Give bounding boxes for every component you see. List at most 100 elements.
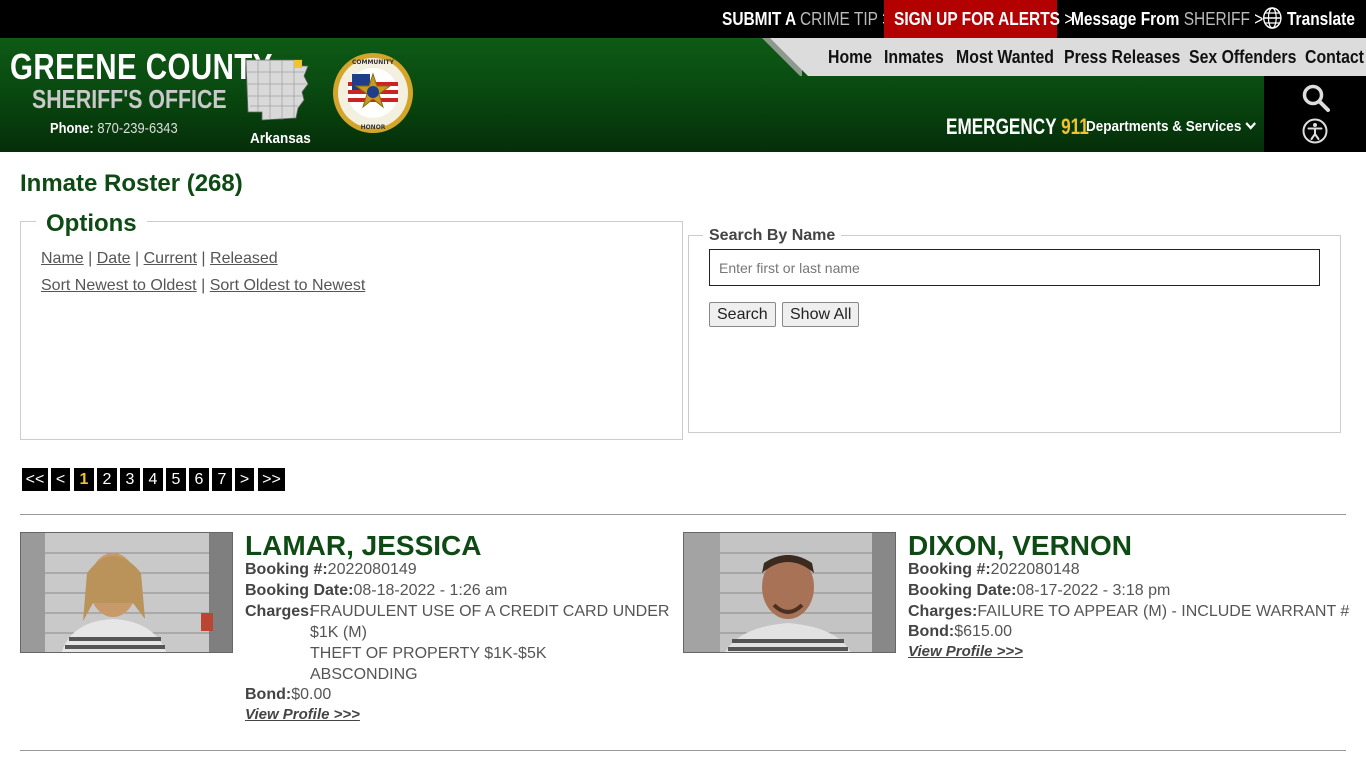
top-utility-bar: SUBMIT A CRIME TIP > SIGN UP FOR ALERTS … [0, 0, 1366, 38]
page-first[interactable]: << [22, 468, 48, 491]
nav-contact[interactable]: Contact [1305, 38, 1364, 76]
nav-sex-offenders[interactable]: Sex Offenders [1189, 38, 1296, 76]
page-6[interactable]: 6 [189, 468, 209, 491]
sort-by-name-link[interactable]: Name [41, 250, 84, 267]
bond: Bond:$0.00 [245, 684, 331, 705]
sort-field-links: Name | Date | Current | Released [41, 250, 278, 268]
booking-value: 2022080149 [327, 561, 417, 578]
filter-released-link[interactable]: Released [210, 250, 278, 267]
message-text-accent: SHERIFF [1183, 9, 1250, 29]
booking-date: Booking Date:08-17-2022 - 3:18 pm [908, 580, 1170, 601]
logo-office-name: SHERIFF'S OFFICE [32, 84, 227, 114]
search-button[interactable]: Search [709, 302, 776, 327]
inmate-name: DIXON, VERNON [908, 530, 1133, 561]
sign-up-alerts-link[interactable]: SIGN UP FOR ALERTS > [894, 0, 1073, 38]
bond: Bond:$615.00 [908, 621, 1012, 642]
sheriff-badge-icon: COMMUNITY HONOR [333, 53, 413, 133]
charges-list: FRAUDULENT USE OF A CREDIT CARD UNDER $1… [310, 601, 680, 685]
nav-press-releases[interactable]: Press Releases [1064, 38, 1180, 76]
mugshot-placeholder-icon [684, 533, 895, 652]
charge-item: FAILURE TO APPEAR (M) - INCLUDE WARRANT … [977, 603, 1350, 620]
page-1[interactable]: 1 [74, 468, 94, 491]
booking-date: Booking Date:08-18-2022 - 1:26 am [245, 580, 507, 601]
separator: | [88, 250, 93, 267]
charges-label: Charges: [908, 603, 978, 620]
departments-label: Departments & Services [1086, 118, 1242, 135]
booking-label: Booking #: [245, 561, 328, 578]
translate-link[interactable]: Translate [1262, 0, 1355, 38]
divider [20, 750, 1346, 751]
booking-date-value: 08-17-2022 - 3:18 pm [1016, 582, 1171, 599]
submit-crime-tip-link[interactable]: SUBMIT A CRIME TIP > [722, 0, 891, 38]
page-next[interactable]: > [235, 468, 254, 491]
search-name-input[interactable] [709, 249, 1320, 286]
separator: | [201, 250, 206, 267]
view-profile-link[interactable]: View Profile >>> [245, 706, 360, 723]
page-3[interactable]: 3 [120, 468, 140, 491]
emergency-911: 911 [1061, 114, 1089, 139]
mugshot-placeholder-icon [21, 533, 232, 652]
message-from-sheriff-link[interactable]: Message From SHERIFF > [1071, 0, 1263, 38]
page-2[interactable]: 2 [97, 468, 117, 491]
page-5[interactable]: 5 [166, 468, 186, 491]
page-last[interactable]: >> [258, 468, 285, 491]
charge-item: ABSCONDING [310, 666, 418, 683]
inmate-photo[interactable] [20, 532, 233, 653]
chevron-down-icon [1245, 122, 1256, 130]
page-title: Inmate Roster (268) [20, 170, 243, 197]
filter-current-link[interactable]: Current [144, 250, 197, 267]
options-legend: Options [36, 210, 147, 238]
nav-home[interactable]: Home [828, 38, 872, 76]
view-profile-link[interactable]: View Profile >>> [908, 643, 1023, 660]
departments-services-menu[interactable]: Departments & Services [1086, 118, 1256, 135]
booking-number: Booking #:2022080149 [245, 559, 417, 580]
booking-label: Booking #: [908, 561, 991, 578]
search-legend: Search By Name [703, 227, 842, 245]
booking-number: Booking #:2022080148 [908, 559, 1080, 580]
svg-text:COMMUNITY: COMMUNITY [352, 59, 395, 66]
crime-tip-text: SUBMIT A [722, 9, 796, 29]
emergency-label: EMERGENCY [946, 114, 1057, 139]
bond-label: Bond: [908, 623, 955, 640]
message-text: Message From [1071, 9, 1180, 29]
page-4[interactable]: 4 [143, 468, 163, 491]
state-label: Arkansas [250, 130, 311, 147]
emergency-number: EMERGENCY 911 [946, 114, 1089, 140]
charges-label-text: Charges: [245, 603, 315, 620]
header-tools-panel [1264, 76, 1366, 152]
booking-date-value: 08-18-2022 - 1:26 am [353, 582, 508, 599]
page-prev[interactable]: < [51, 468, 70, 491]
sort-by-date-link[interactable]: Date [97, 250, 131, 267]
sort-order-links: Sort Newest to Oldest | Sort Oldest to N… [41, 277, 365, 295]
divider [20, 514, 1346, 515]
search-icon[interactable] [1302, 84, 1330, 112]
phone-label: Phone: [50, 120, 94, 137]
bond-label: Bond: [245, 686, 292, 703]
inmate-photo[interactable] [683, 532, 896, 653]
charges-label: Charges: [245, 601, 314, 622]
globe-icon [1263, 7, 1282, 29]
separator: | [135, 250, 140, 267]
charge-item: THEFT OF PROPERTY $1K-$5K [310, 645, 547, 662]
site-header: Home Inmates Most Wanted Press Releases … [0, 38, 1366, 152]
arkansas-map-icon [245, 59, 309, 121]
svg-text:HONOR: HONOR [361, 124, 386, 131]
bond-value: $0.00 [291, 686, 332, 703]
nav-most-wanted[interactable]: Most Wanted [956, 38, 1054, 76]
sort-oldest-link[interactable]: Sort Oldest to Newest [210, 277, 366, 294]
crime-tip-text-accent: CRIME TIP [799, 9, 878, 29]
accessibility-icon[interactable] [1302, 118, 1328, 144]
header-phone: Phone: 870-239-6343 [50, 120, 178, 137]
phone-number: 870-239-6343 [97, 120, 178, 137]
separator: | [201, 277, 206, 294]
charges: Charges:FAILURE TO APPEAR (M) - INCLUDE … [908, 601, 1349, 622]
nav-inmates[interactable]: Inmates [884, 38, 944, 76]
charge-item: FRAUDULENT USE OF A CREDIT CARD UNDER $1… [310, 603, 670, 641]
inmate-name: LAMAR, JESSICA [245, 530, 482, 561]
page-7[interactable]: 7 [212, 468, 232, 491]
sort-newest-link[interactable]: Sort Newest to Oldest [41, 277, 197, 294]
translate-label: Translate [1286, 9, 1355, 29]
show-all-button[interactable]: Show All [782, 302, 860, 327]
alerts-text: SIGN UP FOR ALERTS [894, 9, 1061, 29]
booking-date-label: Booking Date: [908, 582, 1017, 599]
